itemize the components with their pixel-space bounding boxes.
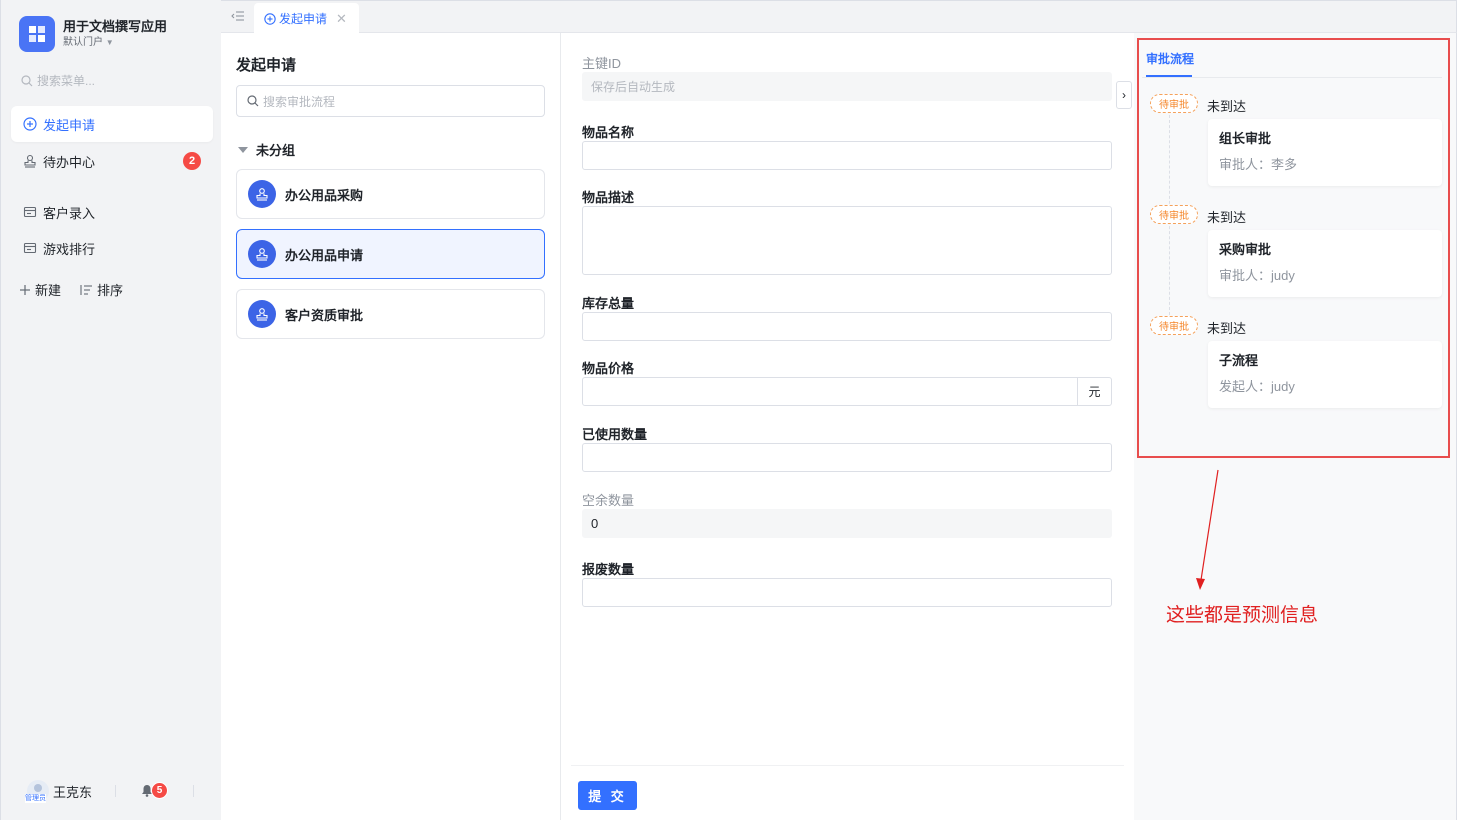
annotation-arrow [1196, 469, 1219, 590]
annotation-text: 这些都是预测信息 [1166, 605, 1319, 626]
